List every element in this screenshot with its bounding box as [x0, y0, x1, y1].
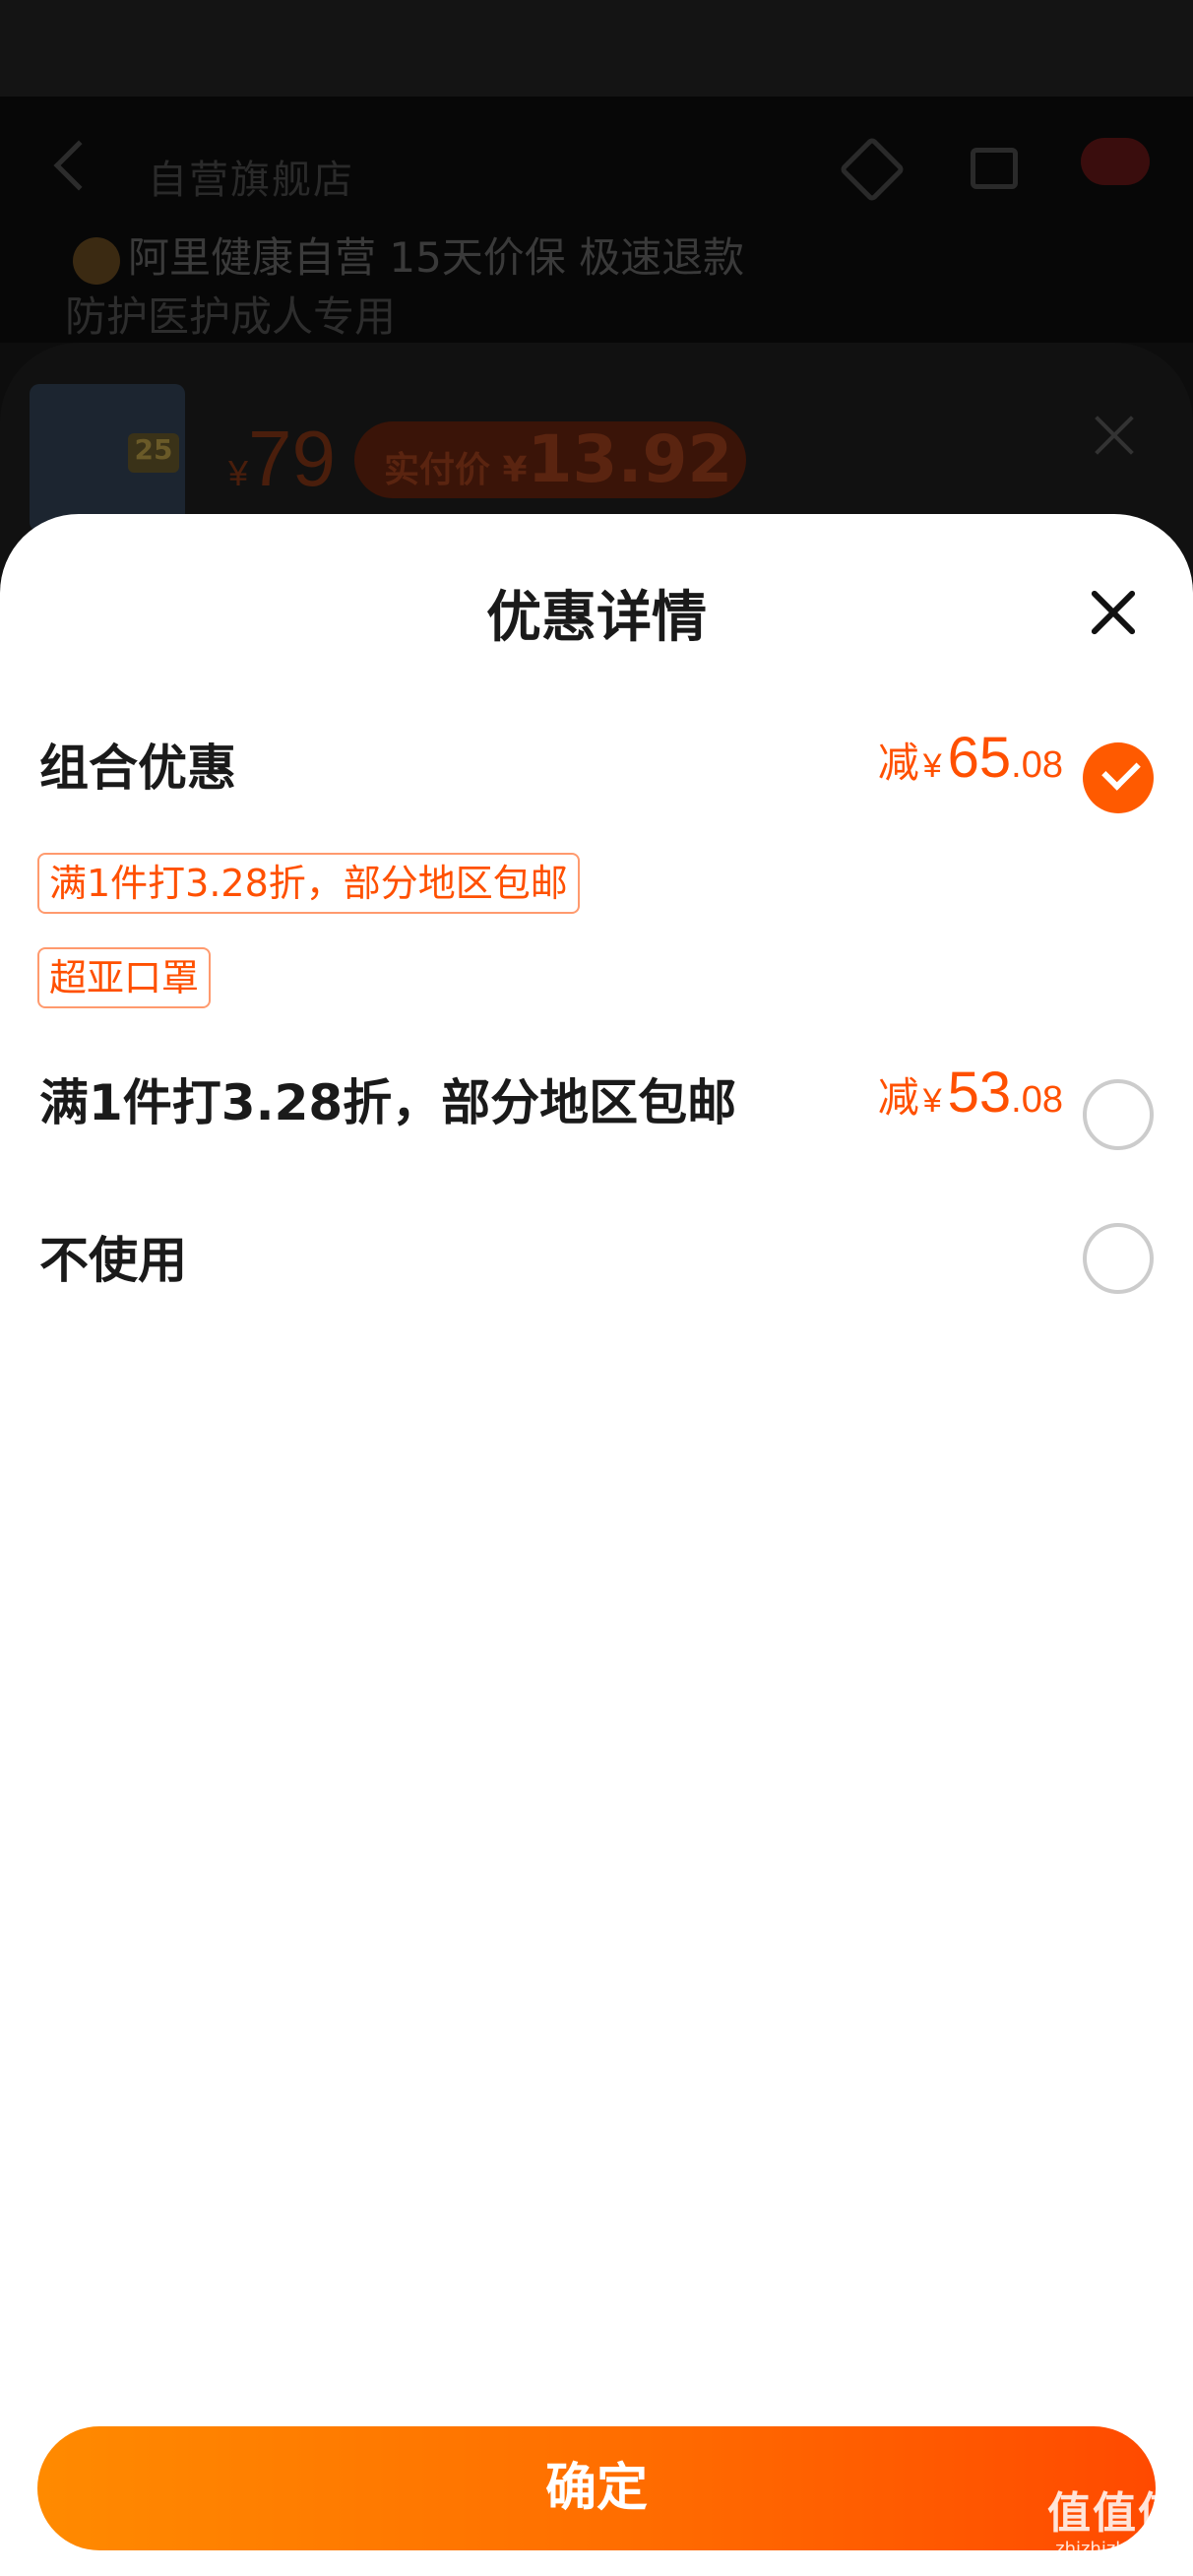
real-price-value: 13.92: [527, 421, 733, 497]
option-label: 组合优惠: [39, 740, 236, 797]
notification-badge: [1081, 138, 1150, 185]
option-label: 不使用: [39, 1232, 187, 1289]
watermark: 值值值 zhizhizhi.com: [1041, 2489, 1189, 2560]
close-icon[interactable]: [1087, 585, 1142, 640]
discount-amount: 减 ¥65.08: [878, 725, 1063, 791]
real-price-label: 实付价 ¥: [384, 450, 528, 490]
watermark-logo: 值值值: [1047, 2488, 1183, 2539]
background-price: ¥79: [228, 414, 336, 504]
watermark-url: zhizhizhi.com: [1055, 2539, 1175, 2559]
thumbnail-badge: 25: [128, 433, 179, 473]
radio-unchecked-icon[interactable]: [1083, 1223, 1154, 1294]
radio-checked-icon[interactable]: [1083, 742, 1154, 813]
currency-symbol: ¥: [922, 747, 942, 785]
discount-prefix: 减: [877, 739, 919, 787]
currency-symbol: ¥: [922, 1082, 942, 1120]
discount-detail-sheet: 优惠详情 组合优惠 减 ¥65.08 满1件打3.28折，部分地区包邮 超亚口罩 …: [0, 514, 1193, 2576]
promo-tag: 超亚口罩: [37, 947, 212, 1008]
amount-decimal: .08: [1011, 744, 1063, 786]
shield-icon: [73, 236, 120, 285]
background-product-title: 阿里健康自营 15天价保 极速退款 防护医护成人专用: [65, 228, 1177, 347]
amount-integer: 65: [947, 726, 1012, 790]
product-title-line2: 防护医护成人专用: [65, 292, 397, 341]
discount-prefix: 减: [877, 1073, 919, 1122]
promo-tag: 满1件打3.28折，部分地区包邮: [37, 853, 580, 914]
price-value: 79: [248, 415, 337, 502]
radio-unchecked-icon[interactable]: [1083, 1079, 1154, 1150]
amount-decimal: .08: [1011, 1079, 1063, 1121]
background-close-icon: [1093, 414, 1136, 457]
real-price-pill: 实付价 ¥13.92: [354, 421, 746, 498]
background-page-title: 自营旗舰店: [148, 158, 354, 203]
sheet-title: 优惠详情: [486, 586, 707, 650]
store-line: 阿里健康自营 15天价保 极速退款: [128, 233, 745, 282]
amount-integer: 53: [947, 1061, 1012, 1125]
discount-amount: 减 ¥53.08: [878, 1060, 1063, 1126]
option-label: 满1件打3.28折，部分地区包邮: [39, 1074, 737, 1131]
price-symbol: ¥: [228, 453, 249, 493]
product-thumbnail: 25: [30, 384, 185, 532]
cart-icon: [971, 148, 1018, 189]
confirm-button[interactable]: 确定: [37, 2426, 1156, 2550]
status-bar: [0, 0, 1193, 97]
